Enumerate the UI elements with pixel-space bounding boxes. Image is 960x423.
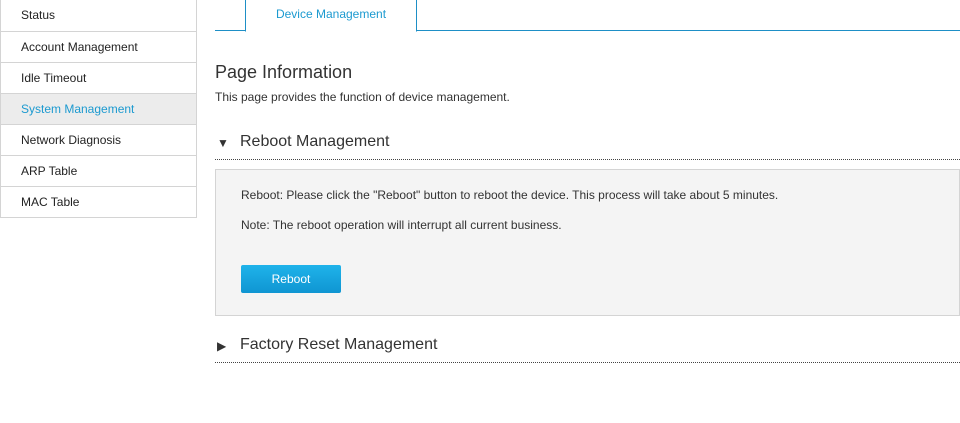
reboot-management-header[interactable]: ▼ Reboot Management [215,130,960,160]
page-title: Page Information [215,62,353,82]
sidebar-item-status[interactable]: Status [1,0,196,31]
reboot-instruction: Reboot: Please click the "Reboot" button… [241,188,779,202]
page-description: This page provides the function of devic… [215,90,510,104]
tab-spacer [215,0,246,31]
triangle-right-icon: ▶ [217,339,227,353]
triangle-down-icon: ▼ [217,136,229,150]
reboot-button[interactable]: Reboot [241,265,341,293]
sidebar-item-idle-timeout[interactable]: Idle Timeout [1,62,196,93]
sidebar-item-mac-table[interactable]: MAC Table [1,186,196,217]
reboot-panel: Reboot: Please click the "Reboot" button… [215,169,960,316]
tab-bar: Device Management [215,0,960,32]
tab-device-management[interactable]: Device Management [245,0,417,32]
factory-reset-management-header[interactable]: ▶ Factory Reset Management [215,333,960,363]
sidebar-item-system-management[interactable]: System Management [1,93,196,124]
sidebar-item-network-diagnosis[interactable]: Network Diagnosis [1,124,196,155]
sidebar-menu: Status Account Management Idle Timeout S… [0,0,197,218]
reboot-note: Note: The reboot operation will interrup… [241,218,562,232]
factory-reset-management-title: Factory Reset Management [240,336,438,353]
reboot-management-title: Reboot Management [240,133,390,150]
sidebar-item-arp-table[interactable]: ARP Table [1,155,196,186]
sidebar-item-account-management[interactable]: Account Management [1,31,196,62]
